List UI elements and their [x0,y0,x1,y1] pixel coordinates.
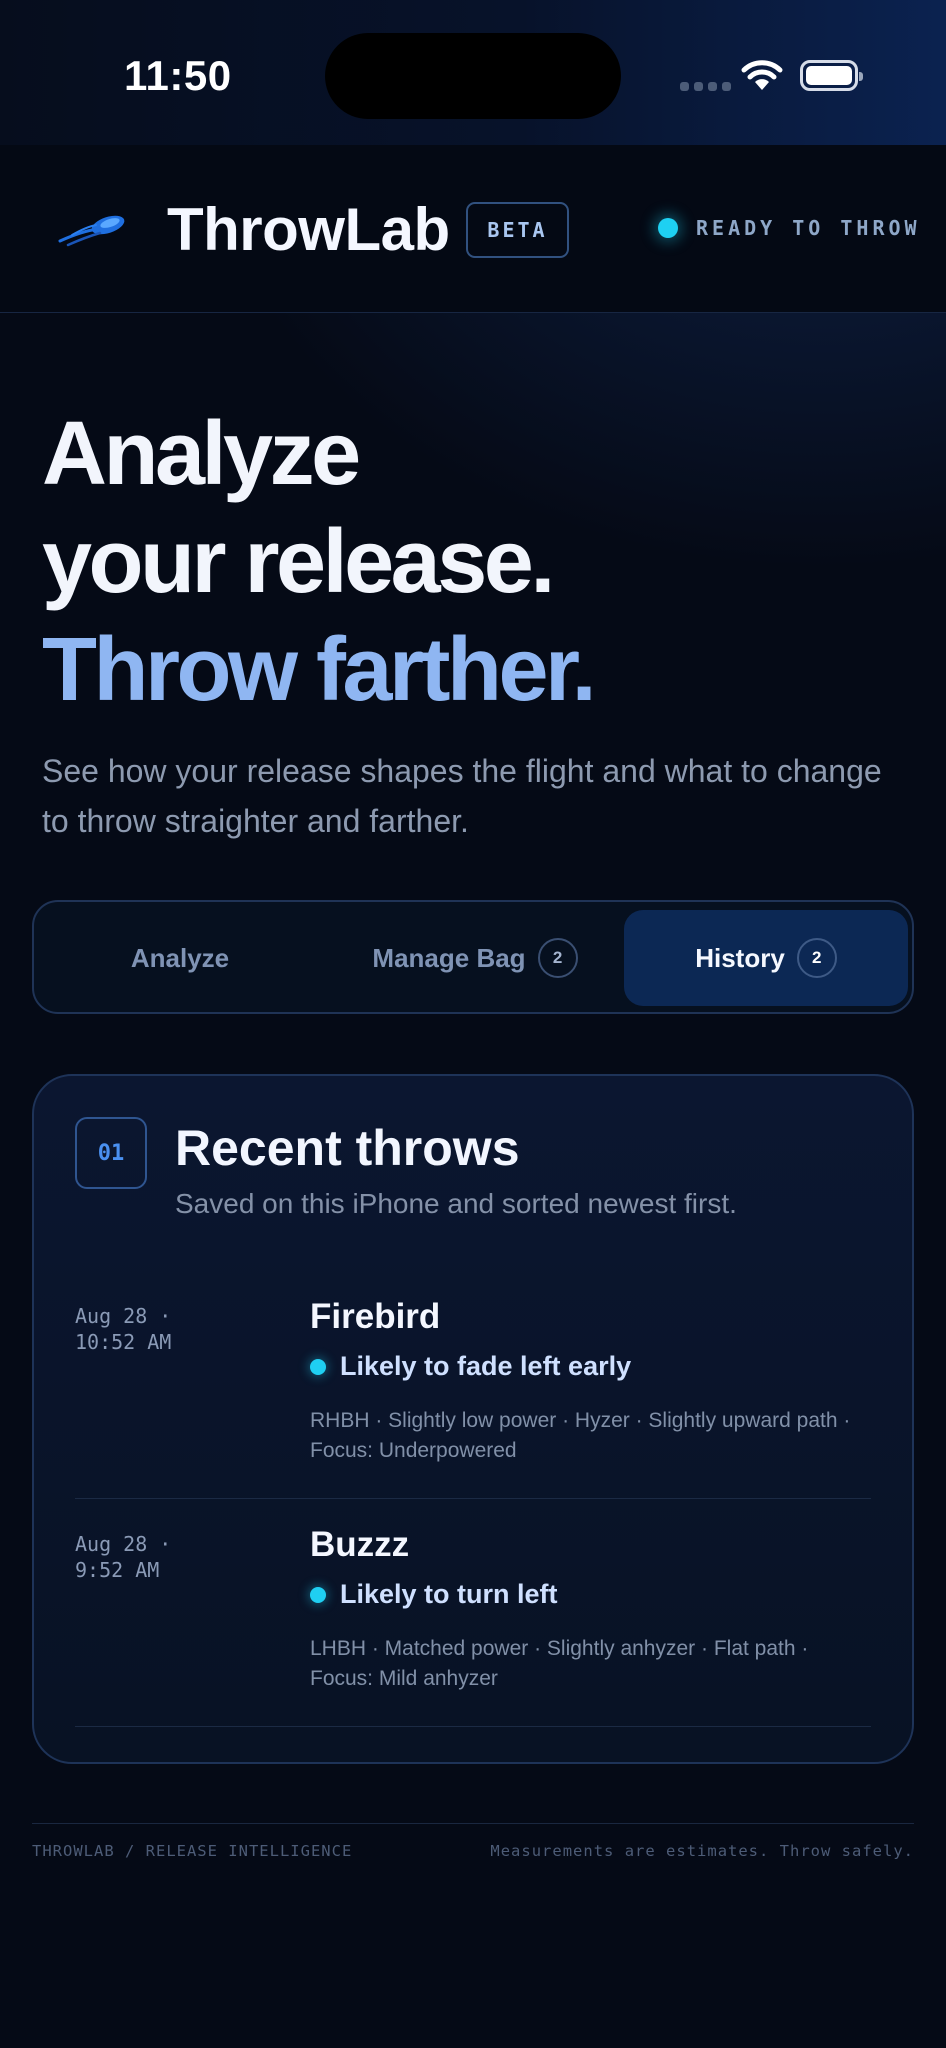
beta-badge: BETA [466,202,569,258]
throw-time: 10:52 AM [75,1330,172,1354]
cellular-signal-icon [680,82,731,91]
tab-label: History [695,942,785,973]
throw-row-firebird[interactable]: Aug 28 · 10:52 AM Firebird Likely to fad… [75,1297,871,1499]
status-dot-icon [658,218,678,238]
throw-details: RHBH · Slightly low power · Hyzer · Slig… [310,1409,851,1462]
dynamic-island [325,33,621,119]
footer-brand: THROWLAB / RELEASE INTELLIGENCE [32,1842,353,1860]
throw-row-buzzz[interactable]: Aug 28 · 9:52 AM Buzzz Likely to turn le… [75,1525,871,1727]
hero-heading: Analyze your release. Throw farther. [42,400,902,724]
verdict-dot-icon [310,1586,326,1603]
app-title: ThrowLab [167,196,450,263]
throw-timestamp: Aug 28 · 10:52 AM [75,1303,275,1355]
tab-manage-bag[interactable]: Manage Bag 2 [330,910,620,1006]
hero-subtitle: See how your release shapes the flight a… [42,753,882,839]
card-title: Recent throws [175,1120,520,1176]
wifi-icon [741,60,783,90]
throw-verdict: Likely to fade left early [310,1351,631,1382]
tab-history[interactable]: History 2 [624,910,908,1006]
throw-disc-name: Firebird [310,1297,441,1336]
hero-line-3: Throw farther. [42,620,597,720]
verdict-text: Likely to turn left [340,1579,558,1609]
verdict-dot-icon [310,1358,326,1375]
tab-label: Analyze [130,942,230,973]
section-number: 01 [75,1117,147,1189]
tab-analyze[interactable]: Analyze [42,910,318,1006]
tab-label: Manage Bag [372,942,526,973]
throw-details: LHBH · Matched power · Slightly anhyzer … [310,1637,809,1690]
disc-logo-icon [58,215,125,247]
throw-date: Aug 28 · [75,1532,172,1556]
throw-verdict: Likely to turn left [310,1579,558,1610]
battery-icon [800,60,863,91]
hero-line-1: Analyze [42,404,361,504]
status-text: READY TO THROW [696,216,921,240]
tab-bar: Analyze Manage Bag 2 History 2 [32,900,914,1014]
ready-status: READY TO THROW [658,216,921,240]
throw-date: Aug 28 · [75,1304,172,1328]
verdict-text: Likely to fade left early [340,1351,632,1381]
status-time: 11:50 [124,52,232,99]
throw-time: 9:52 AM [75,1558,160,1582]
status-bar: 11:50 [0,0,946,145]
app-header: ThrowLab BETA READY TO THROW [0,145,946,313]
throw-disc-name: Buzzz [310,1525,410,1564]
tab-count-badge: 2 [796,938,837,978]
footer-disclaimer: Measurements are estimates. Throw safely… [490,1842,914,1860]
throw-timestamp: Aug 28 · 9:52 AM [75,1531,275,1583]
hero-line-2: your release. [42,512,555,612]
tab-count-badge: 2 [537,938,578,978]
card-subtitle: Saved on this iPhone and sorted newest f… [175,1188,737,1219]
footer: THROWLAB / RELEASE INTELLIGENCE Measurem… [32,1823,914,1860]
recent-throws-card: 01 Recent throws Saved on this iPhone an… [32,1074,914,1764]
